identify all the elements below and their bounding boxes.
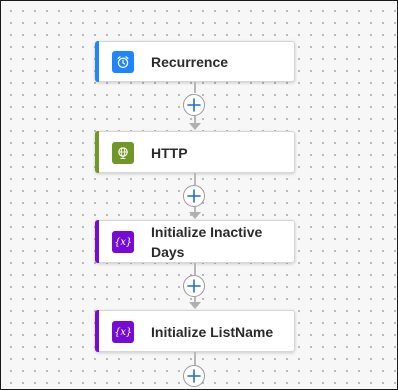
step-title: Recurrence [151, 54, 229, 70]
card-accent [95, 41, 99, 82]
card-accent [95, 310, 99, 352]
plus-icon [187, 279, 201, 293]
step-card-http[interactable]: HTTP [95, 131, 295, 173]
arrow-down-icon [189, 212, 201, 219]
add-step-button[interactable] [183, 185, 205, 207]
step-title: HTTP [151, 145, 188, 161]
plus-icon [187, 369, 201, 383]
flow-designer-canvas: Recurrence HTTP {x} Initialize Inactive … [0, 0, 398, 390]
connector-line [194, 116, 196, 123]
step-title: Initialize ListName [151, 324, 274, 340]
connector-line [194, 352, 196, 366]
arrow-down-icon [189, 302, 201, 309]
step-card-initialize-inactive-days[interactable]: {x} Initialize Inactive Days [95, 220, 295, 263]
card-accent [95, 131, 99, 173]
connector-line [194, 173, 196, 185]
variable-icon: {x} [112, 321, 134, 343]
add-step-button[interactable] [183, 365, 205, 387]
variable-icon: {x} [112, 231, 134, 253]
add-step-button[interactable] [183, 94, 205, 116]
step-card-recurrence[interactable]: Recurrence [95, 41, 295, 82]
card-accent [95, 220, 99, 263]
plus-icon [187, 98, 201, 112]
arrow-down-icon [189, 123, 201, 130]
add-step-button[interactable] [183, 275, 205, 297]
plus-icon [187, 189, 201, 203]
connector-line [194, 263, 196, 275]
globe-icon [112, 142, 134, 164]
alarm-clock-icon [112, 51, 134, 73]
connector-line [194, 82, 196, 93]
step-card-initialize-listname[interactable]: {x} Initialize ListName [95, 310, 295, 352]
step-title: Initialize Inactive Days [151, 224, 263, 260]
